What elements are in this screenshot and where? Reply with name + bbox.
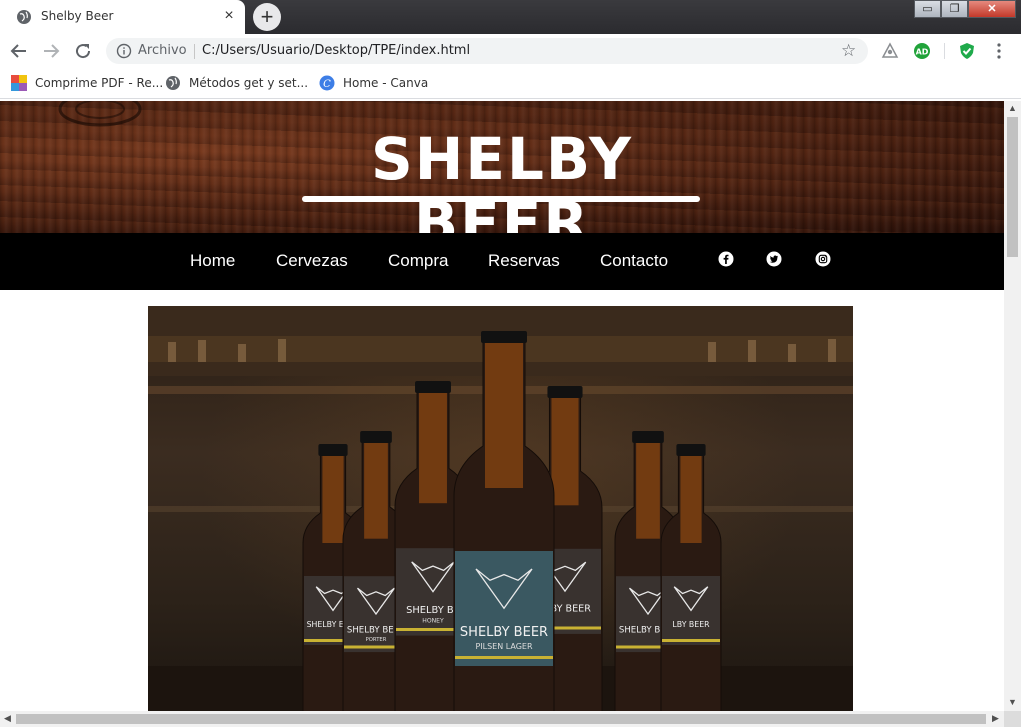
bottle-sublabel-text: HONEY bbox=[422, 618, 444, 625]
bookmark-label: Métodos get y set... bbox=[189, 76, 309, 90]
bottle-neck-beer bbox=[485, 343, 523, 488]
vertical-scroll-thumb[interactable] bbox=[1007, 117, 1018, 257]
minimize-button[interactable]: ▭ bbox=[914, 0, 941, 18]
scroll-left-icon[interactable]: ◀ bbox=[4, 713, 11, 724]
address-bar[interactable]: Archivo C:/Users/Usuario/Desktop/TPE/ind… bbox=[106, 38, 868, 64]
site-logo[interactable]: SHELBY BEER bbox=[300, 127, 704, 255]
bottle-neck-beer bbox=[419, 393, 447, 504]
beer-bottle: LBY BEER bbox=[660, 444, 722, 711]
svg-text:AD: AD bbox=[916, 48, 929, 57]
account-alert-icon[interactable] bbox=[880, 41, 900, 61]
bottle-cap bbox=[318, 444, 348, 456]
scroll-right-icon[interactable]: ▶ bbox=[992, 713, 999, 724]
nav-reservas[interactable]: Reservas bbox=[488, 251, 560, 271]
facebook-icon[interactable] bbox=[718, 251, 734, 267]
bottle-neck-beer bbox=[322, 456, 344, 543]
tab-title: Shelby Beer bbox=[41, 9, 114, 23]
canva-icon: C bbox=[319, 75, 335, 91]
bottle-cap bbox=[632, 431, 664, 443]
bottle-neck-beer bbox=[364, 443, 388, 539]
horizontal-scroll-thumb[interactable] bbox=[16, 714, 986, 724]
bookmark-label: Comprime PDF - Re... bbox=[35, 76, 164, 90]
logo-underline bbox=[302, 196, 700, 202]
minimize-icon: ▭ bbox=[922, 3, 933, 15]
vertical-scrollbar[interactable]: ▲ ▼ bbox=[1004, 101, 1021, 711]
bottle-neck-beer bbox=[551, 398, 579, 506]
bottle-neck-beer bbox=[680, 456, 702, 543]
url-text[interactable]: C:/Users/Usuario/Desktop/TPE/index.html bbox=[202, 43, 470, 58]
page-viewport: SHELBY BEER Home Cervezas Compra Reserva… bbox=[0, 101, 1004, 711]
hero-image: SHELBY BEER SHELBY BEER PORTER SHELBY BE HON… bbox=[148, 306, 853, 711]
scheme-label: Archivo bbox=[138, 43, 187, 58]
bottle-sublabel-text: PORTER bbox=[366, 637, 387, 643]
bottle-cap bbox=[360, 431, 392, 443]
bottles-illustration: SHELBY BEERSHELBY BEERPORTERSHELBY BEHON… bbox=[148, 306, 853, 711]
nav-home[interactable]: Home bbox=[190, 251, 235, 271]
site-nav: Home Cervezas Compra Reservas Contacto bbox=[0, 233, 1004, 290]
bottle-cap bbox=[547, 386, 583, 398]
close-icon: ✕ bbox=[987, 3, 997, 15]
toolbar-divider bbox=[944, 43, 945, 59]
nav-compra[interactable]: Compra bbox=[388, 251, 448, 271]
bottle-label-text: SHELBY BE bbox=[406, 605, 460, 616]
maximize-button[interactable]: ❐ bbox=[941, 0, 968, 18]
bottle-cap bbox=[481, 331, 527, 343]
site-header: SHELBY BEER bbox=[0, 101, 1004, 255]
bookmarks-bar: Comprime PDF - Re... Métodos get y set..… bbox=[0, 68, 1021, 99]
wood-knot bbox=[58, 101, 142, 127]
info-icon[interactable] bbox=[116, 43, 132, 59]
bookmark-label: Home - Canva bbox=[343, 76, 429, 90]
bottle-label-text: SHELBY BEER bbox=[460, 625, 548, 640]
browser-tab[interactable]: Shelby Beer × bbox=[0, 0, 245, 34]
svg-text:C: C bbox=[323, 79, 331, 90]
browser-titlebar: Shelby Beer × + ▭ ❐ ✕ bbox=[0, 0, 1021, 34]
adblock-icon[interactable]: AD bbox=[912, 41, 932, 61]
scroll-down-icon[interactable]: ▼ bbox=[1008, 697, 1017, 707]
new-tab-button[interactable]: + bbox=[253, 3, 281, 31]
bookmark-star-icon[interactable]: ☆ bbox=[841, 41, 856, 61]
bottle-label-stripe bbox=[662, 639, 720, 642]
forward-icon[interactable] bbox=[39, 39, 63, 63]
bottle-cap bbox=[676, 444, 706, 456]
bottle-sublabel-text: PILSEN LAGER bbox=[475, 642, 533, 651]
back-icon[interactable] bbox=[7, 39, 31, 63]
colorful-grid-icon bbox=[11, 75, 27, 91]
address-separator bbox=[194, 44, 195, 59]
close-tab-icon[interactable]: × bbox=[220, 7, 238, 25]
nav-contacto[interactable]: Contacto bbox=[600, 251, 668, 271]
reload-icon[interactable] bbox=[71, 39, 95, 63]
globe-icon bbox=[166, 76, 180, 90]
menu-icon[interactable] bbox=[989, 41, 1009, 61]
scrollbar-corner bbox=[1004, 711, 1021, 727]
nav-cervezas[interactable]: Cervezas bbox=[276, 251, 348, 271]
bottle-label-text: LBY BEER bbox=[672, 620, 710, 629]
bottle-neck-beer bbox=[636, 443, 660, 539]
globe-icon bbox=[17, 10, 31, 24]
horizontal-scrollbar[interactable]: ◀ ▶ bbox=[0, 711, 1004, 727]
instagram-icon[interactable] bbox=[815, 251, 831, 267]
close-window-button[interactable]: ✕ bbox=[968, 0, 1016, 18]
shield-icon[interactable] bbox=[957, 41, 977, 61]
twitter-icon[interactable] bbox=[766, 251, 782, 267]
scroll-up-icon[interactable]: ▲ bbox=[1008, 103, 1017, 113]
maximize-icon: ❐ bbox=[949, 3, 960, 15]
bottle-cap bbox=[415, 381, 451, 393]
bottle-label-stripe bbox=[455, 656, 553, 659]
